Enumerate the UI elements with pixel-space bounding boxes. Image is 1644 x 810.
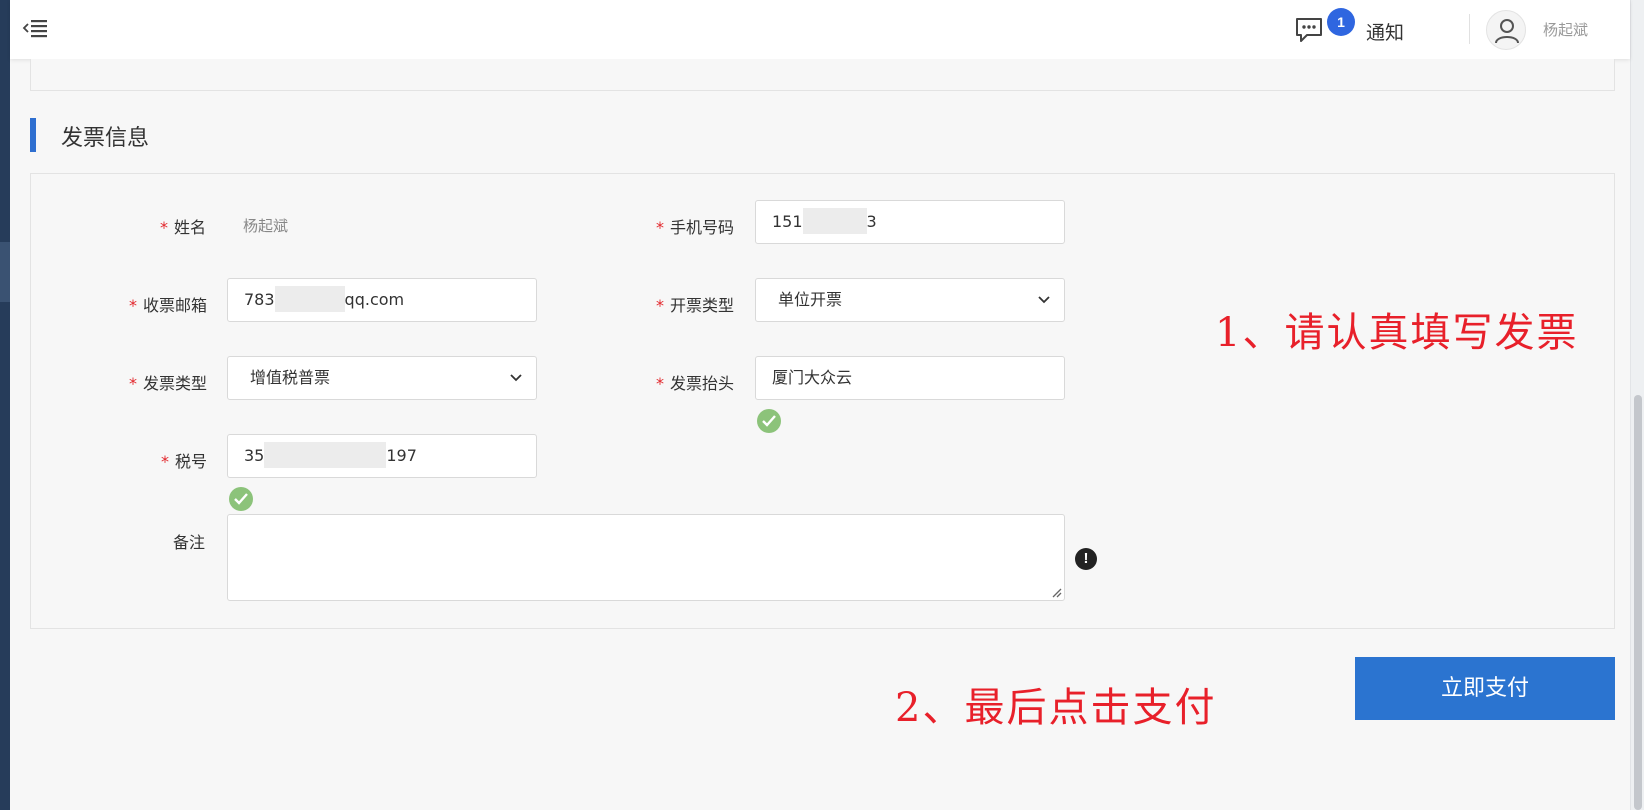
invoice-header-label: * 发票抬头 [656,374,735,393]
email-input[interactable]: 783 qq.com [227,278,537,322]
phone-input[interactable]: 151 3 [755,200,1065,244]
side-nav-strip [0,0,10,810]
annotation-step-1: 1、请认真填写发票 [1215,310,1579,356]
name-label: * 姓名 [160,218,207,237]
side-nav-active-segment [0,242,10,302]
chevron-down-icon [1038,296,1050,304]
header-divider [1469,14,1470,44]
menu-collapse-icon[interactable] [22,16,50,42]
invoice-header-valid-icon [757,409,781,433]
chevron-down-icon [510,374,522,382]
top-bar: 1 通知 杨起斌 [10,0,1630,59]
issue-type-label: * 开票类型 [656,296,735,315]
invoice-header-input[interactable]: 厦门大众云 [755,356,1065,400]
scrollbar-thumb[interactable] [1634,395,1642,810]
invoice-type-select[interactable]: 增值税普票 [227,356,537,400]
notification-count-badge: 1 [1327,8,1355,36]
section-accent-bar [30,118,36,152]
exclamation-icon: ! [1075,548,1097,570]
resize-grip-icon[interactable] [1050,586,1062,598]
annotation-step-2: 2、最后点击支付 [895,685,1217,731]
tax-id-label: * 税号 [161,452,208,471]
notification-label: 通知 [1366,22,1405,44]
name-value: 杨起斌 [243,217,289,235]
tax-id-input[interactable]: 35 197 [227,434,537,478]
invoice-type-label: * 发票类型 [129,374,208,393]
issue-type-select[interactable]: 单位开票 [755,278,1065,322]
user-name[interactable]: 杨起斌 [1543,19,1588,40]
remark-label: 备注 [173,533,206,552]
user-avatar-icon[interactable] [1486,10,1526,50]
phone-label: * 手机号码 [656,218,735,237]
pay-now-button[interactable]: 立即支付 [1355,657,1615,720]
notification-button[interactable]: 1 通知 [1294,8,1444,52]
chat-bubble-icon [1294,16,1326,44]
email-label: * 收票邮箱 [129,296,208,315]
page-scrollbar[interactable] [1630,0,1644,810]
remark-textarea[interactable] [227,514,1065,601]
section-title: 发票信息 [61,126,150,151]
tax-id-valid-icon [229,487,253,511]
previous-section-panel [30,59,1615,91]
